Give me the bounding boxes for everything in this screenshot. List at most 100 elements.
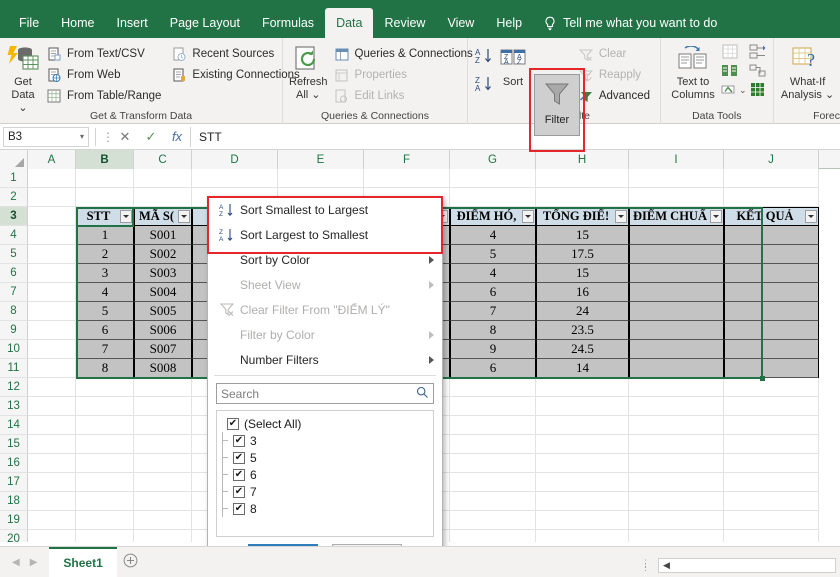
row-header-5[interactable]: 5 [0,245,28,264]
row-header-16[interactable]: 16 [0,454,28,473]
cell-J14[interactable] [724,416,819,435]
checkbox-icon[interactable]: ✔ [233,503,245,515]
consolidate-icon[interactable] [749,44,767,60]
cell-G18[interactable] [450,492,536,511]
cell-B14[interactable] [76,416,134,435]
formula-input[interactable]: STT [190,127,840,147]
cell-J2[interactable] [724,188,819,207]
cell-B8[interactable]: 5 [76,302,134,321]
cell-J15[interactable] [724,435,819,454]
filter-checkbox-row[interactable]: ✔5 [219,449,431,466]
cell-I7[interactable] [629,283,724,302]
filter-checkbox-row[interactable]: ✔8 [219,500,431,517]
search-icon[interactable] [416,386,429,402]
data-validation-icon[interactable] [721,82,739,98]
filter-dropdown-icon[interactable] [615,210,627,223]
sheet-nav-arrows[interactable]: ◀ ▶ [0,557,49,568]
cell-A18[interactable] [28,492,76,511]
cell-J19[interactable] [724,511,819,530]
cancel-formula-icon[interactable]: ✕ [112,129,138,145]
cell-H8[interactable]: 24 [536,302,629,321]
cell-A20[interactable] [28,530,76,542]
cell-A16[interactable] [28,454,76,473]
filter-value-list[interactable]: ✔(Select All)✔3✔5✔6✔7✔8 [216,410,434,537]
cell-I12[interactable] [629,378,724,397]
cell-F1[interactable] [364,169,450,188]
split-handle[interactable]: ⋮⋮ [641,561,650,569]
cell-B15[interactable] [76,435,134,454]
cell-H1[interactable] [536,169,629,188]
cell-G15[interactable] [450,435,536,454]
row-header-14[interactable]: 14 [0,416,28,435]
cell-I6[interactable] [629,264,724,283]
cell-H12[interactable] [536,378,629,397]
cell-B20[interactable] [76,530,134,542]
cell-C2[interactable] [134,188,192,207]
filter-checkbox-row[interactable]: ✔6 [219,466,431,483]
cell-A8[interactable] [28,302,76,321]
ribbon-tab-review[interactable]: Review [373,8,436,38]
column-header-f[interactable]: F [364,150,450,169]
cell-C5[interactable]: S002 [134,245,192,264]
cell-C16[interactable] [134,454,192,473]
cell-B3[interactable]: STT [76,207,134,226]
column-header-d[interactable]: D [192,150,278,169]
cell-A9[interactable] [28,321,76,340]
row-header-2[interactable]: 2 [0,188,28,207]
cell-A13[interactable] [28,397,76,416]
cell-H7[interactable]: 16 [536,283,629,302]
cell-G1[interactable] [450,169,536,188]
cell-C8[interactable]: S005 [134,302,192,321]
cell-B6[interactable]: 3 [76,264,134,283]
cell-A1[interactable] [28,169,76,188]
cell-H15[interactable] [536,435,629,454]
row-header-13[interactable]: 13 [0,397,28,416]
cell-H2[interactable] [536,188,629,207]
cell-C13[interactable] [134,397,192,416]
cell-G9[interactable]: 8 [450,321,536,340]
cell-J13[interactable] [724,397,819,416]
remove-duplicates-icon[interactable] [721,63,739,79]
cell-A4[interactable] [28,226,76,245]
cell-H20[interactable] [536,530,629,542]
cell-B13[interactable] [76,397,134,416]
row-header-3[interactable]: 3 [0,207,28,226]
cell-C17[interactable] [134,473,192,492]
column-header-h[interactable]: H [536,150,629,169]
cell-I8[interactable] [629,302,724,321]
cell-G17[interactable] [450,473,536,492]
refresh-all-button[interactable]: Refresh All ⌄ [289,42,328,102]
cell-J18[interactable] [724,492,819,511]
get-data-button[interactable]: Get Data ⌄ [6,42,40,115]
row-header-12[interactable]: 12 [0,378,28,397]
cell-A15[interactable] [28,435,76,454]
cell-G10[interactable]: 9 [450,340,536,359]
column-header-g[interactable]: G [450,150,536,169]
ribbon-tab-page-layout[interactable]: Page Layout [159,8,251,38]
cell-E1[interactable] [278,169,364,188]
filter-dropdown-icon[interactable] [522,210,534,223]
flash-fill-icon[interactable] [721,44,739,60]
cell-J17[interactable] [724,473,819,492]
cell-C10[interactable]: S007 [134,340,192,359]
cell-C9[interactable]: S006 [134,321,192,340]
cell-H19[interactable] [536,511,629,530]
filter-dropdown-icon[interactable] [805,210,817,223]
filter-search-box[interactable]: Search [216,383,434,404]
cell-H16[interactable] [536,454,629,473]
data-validation-chevron-down-icon[interactable]: ⌄ [739,85,747,96]
name-box[interactable]: B3 ▾ [3,127,89,147]
cell-A11[interactable] [28,359,76,378]
cell-B10[interactable]: 7 [76,340,134,359]
cell-C20[interactable] [134,530,192,542]
cell-J5[interactable] [724,245,819,264]
cell-I14[interactable] [629,416,724,435]
cell-C19[interactable] [134,511,192,530]
cell-A12[interactable] [28,378,76,397]
cell-G5[interactable]: 5 [450,245,536,264]
row-header-8[interactable]: 8 [0,302,28,321]
checkbox-icon[interactable]: ✔ [233,469,245,481]
name-box-chevron-down-icon[interactable]: ▾ [80,132,84,141]
cell-J16[interactable] [724,454,819,473]
cell-C4[interactable]: S001 [134,226,192,245]
